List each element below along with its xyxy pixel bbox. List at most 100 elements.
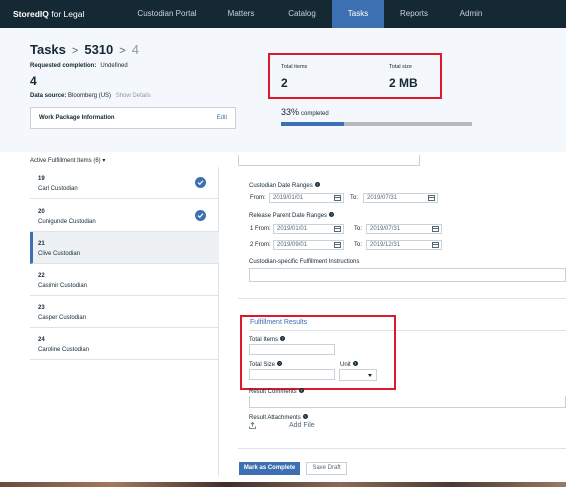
list-item[interactable]: 24 Caroline Custodian	[30, 328, 219, 360]
data-source-value: Bloomberg (US)	[68, 93, 112, 99]
caret-down-icon: ▾	[102, 158, 106, 164]
item-number: 22	[38, 273, 45, 279]
release-2-to-date-value: 2019/12/31	[370, 242, 401, 248]
calendar-icon[interactable]	[428, 195, 435, 201]
release-1-from-date-input[interactable]: 2019/01/01	[273, 224, 344, 234]
check-circle-icon	[195, 210, 206, 221]
total-items-label: Total items	[281, 64, 308, 70]
nav-item-tasks[interactable]: Tasks	[332, 0, 384, 28]
nav-item-custodian-portal[interactable]: Custodian Portal	[125, 0, 209, 28]
list-item[interactable]: 19 Carl Custodian	[30, 167, 219, 199]
nav-item-catalog[interactable]: Catalog	[277, 0, 327, 28]
upload-icon[interactable]	[249, 422, 256, 429]
list-item[interactable]: 23 Casper Custodian	[30, 296, 219, 328]
release-2-to-date-input[interactable]: 2019/12/31	[366, 240, 442, 250]
custodian-date-ranges-text: Custodian Date Ranges	[249, 183, 313, 189]
breadcrumb: Tasks >5310 >4	[30, 42, 139, 57]
item-number: 21	[38, 241, 45, 247]
breadcrumb-separator: >	[71, 45, 79, 57]
progress-suffix: completed	[301, 111, 329, 117]
info-icon[interactable]: ?	[280, 336, 286, 341]
item-number: 19	[38, 176, 45, 182]
calendar-icon[interactable]	[334, 226, 341, 232]
app-brand[interactable]: StoredIQ for Legal	[13, 9, 84, 19]
to-label: To:	[350, 195, 359, 201]
chevron-down-icon	[368, 374, 372, 377]
section-divider	[238, 298, 566, 299]
result-comments-label: Result Comments?	[249, 388, 304, 395]
brand-strong: StoredIQ	[13, 9, 49, 19]
work-package-info-panel[interactable]: Work Package Information Edit	[30, 107, 236, 129]
item-name: Caroline Custodian	[38, 347, 90, 353]
release-1-from-date-value: 2019/01/01	[277, 226, 308, 232]
calendar-icon[interactable]	[432, 226, 439, 232]
custodian-to-date-input[interactable]: 2019/07/31	[363, 193, 438, 203]
breadcrumb-current: 4	[131, 42, 139, 57]
mark-as-complete-button[interactable]: Mark as Complete	[239, 462, 300, 475]
total-items-input[interactable]	[249, 344, 335, 355]
release-2-from-date-value: 2019/09/01	[277, 242, 308, 248]
custodian-date-ranges-label: Custodian Date Ranges?	[249, 182, 320, 189]
work-package-title: Work Package Information	[39, 115, 115, 121]
calendar-icon[interactable]	[432, 242, 439, 248]
data-source-label: Data source:	[30, 93, 67, 99]
total-size-label: Total size	[389, 64, 412, 70]
release-parent-date-ranges-text: Release Parent Date Ranges	[249, 213, 328, 219]
work-package-edit-link[interactable]: Edit	[217, 115, 227, 121]
release-2-from-date-input[interactable]: 2019/09/01	[273, 240, 344, 250]
info-icon[interactable]: ?	[314, 182, 320, 187]
to-label: To:	[354, 226, 363, 232]
item-number: 23	[38, 305, 45, 311]
breadcrumb-tasks-link[interactable]: Tasks	[30, 42, 66, 57]
unit-select[interactable]	[339, 369, 377, 381]
check-circle-icon	[195, 177, 206, 188]
calendar-icon[interactable]	[334, 195, 341, 201]
requested-completion-value: Undefined	[100, 63, 128, 69]
info-icon[interactable]: ?	[352, 361, 358, 366]
release-1-to-date-value: 2019/07/31	[370, 226, 401, 232]
result-comments-field[interactable]	[249, 396, 566, 408]
save-draft-button[interactable]: Save Draft	[306, 462, 347, 475]
fulfillment-results-heading: Fulfillment Results	[250, 319, 308, 326]
nav-item-matters[interactable]: Matters	[215, 0, 267, 28]
calendar-icon[interactable]	[334, 242, 341, 248]
info-icon[interactable]: ?	[329, 212, 335, 217]
release-1-to-date-input[interactable]: 2019/07/31	[366, 224, 442, 234]
item-number: 24	[38, 337, 45, 343]
requested-completion: Requested completion: Undefined	[30, 63, 128, 69]
nav-item-admin[interactable]: Admin	[448, 0, 494, 28]
result-attachments-text: Result Attachments	[249, 415, 301, 421]
section-divider	[238, 448, 566, 449]
custodian-from-date-value: 2019/01/01	[273, 195, 304, 201]
custodian-from-date-input[interactable]: 2019/01/01	[269, 193, 344, 203]
total-size-field-text: Total Size	[249, 362, 276, 368]
top-navigation-bar: StoredIQ for Legal Custodian Portal Matt…	[0, 0, 566, 28]
progress-text: 33% completed	[281, 107, 329, 117]
total-size-value: 2 MB	[389, 76, 418, 90]
list-item-selected[interactable]: 21 Clive Custodian	[30, 232, 219, 264]
info-icon[interactable]: ?	[298, 388, 304, 393]
previous-field-box[interactable]	[238, 155, 420, 166]
info-icon[interactable]: ?	[277, 361, 283, 366]
show-details-link[interactable]: Show Details	[116, 93, 151, 99]
fulfillment-instructions-label: Custodian-specific Fulfillment Instructi…	[249, 259, 360, 265]
total-size-input[interactable]	[249, 369, 335, 380]
item-name: Cunigunde Custodian	[38, 219, 96, 225]
total-size-field-label: Total Size?	[249, 361, 283, 368]
fulfillment-instructions-field[interactable]	[249, 268, 566, 282]
brand-rest: for Legal	[48, 9, 85, 19]
list-item[interactable]: 22 Casimir Custodian	[30, 264, 219, 296]
progress-percent: 33%	[281, 107, 300, 117]
item-name: Carl Custodian	[38, 186, 78, 192]
add-file-link[interactable]: Add File	[289, 422, 315, 429]
breadcrumb-task-id[interactable]: 5310	[84, 42, 113, 57]
nav-item-reports[interactable]: Reports	[390, 0, 438, 28]
list-item[interactable]: 20 Cunigunde Custodian	[30, 200, 219, 232]
active-items-header: Active Fulfillment Items (6)	[30, 158, 101, 164]
active-items-dropdown[interactable]: Active Fulfillment Items (6) ▾	[30, 157, 105, 164]
item-name: Casimir Custodian	[38, 283, 88, 289]
info-icon[interactable]: ?	[302, 414, 308, 419]
breadcrumb-separator: >	[119, 45, 126, 57]
requested-completion-label: Requested completion:	[30, 63, 97, 69]
totals-highlight-box: Total items 2 Total size 2 MB	[268, 53, 442, 99]
